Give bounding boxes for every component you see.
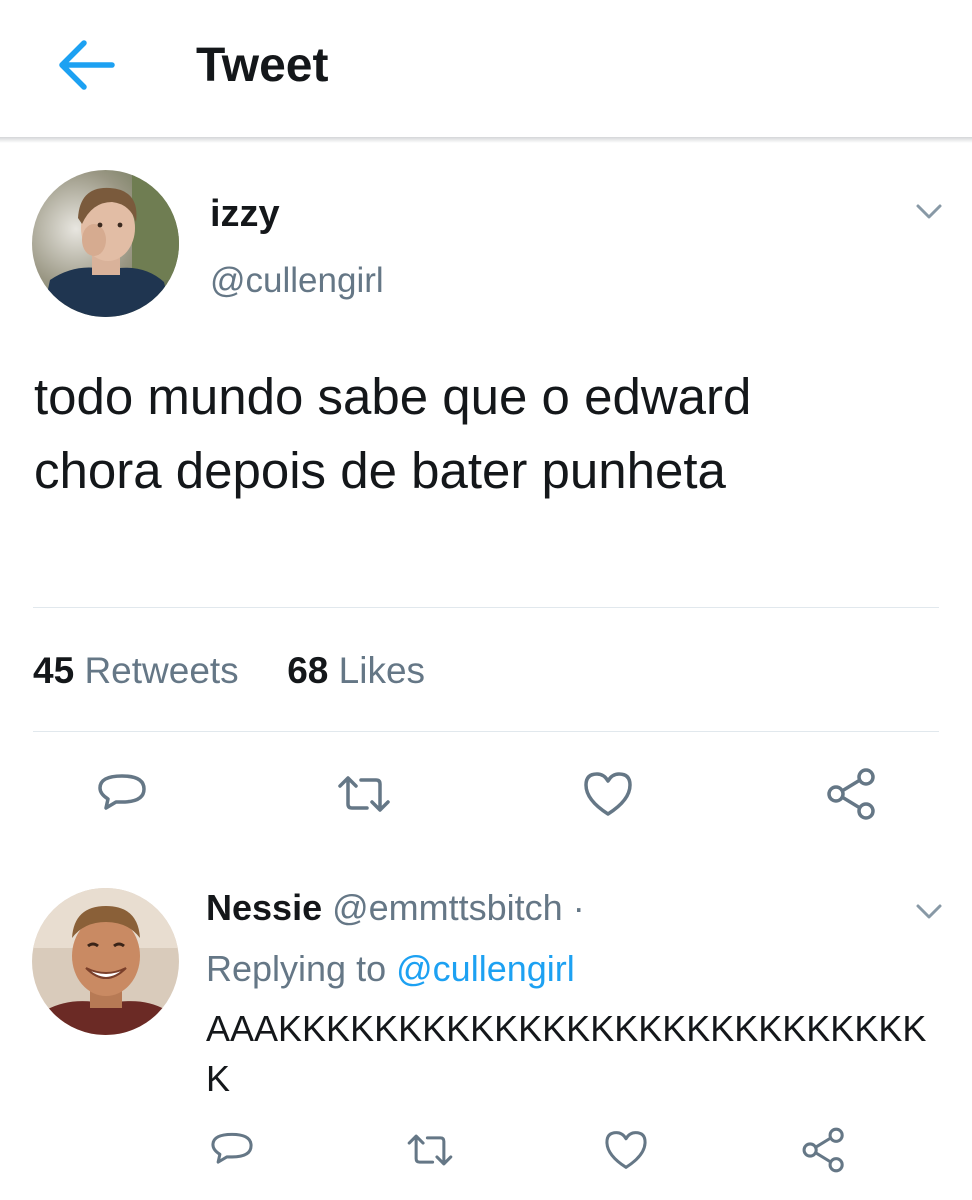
chevron-down-icon[interactable] <box>910 195 948 227</box>
tweet-stats: 45 Retweets 68 Likes <box>33 646 425 696</box>
reply-author-name[interactable]: Nessie <box>206 887 322 928</box>
like-icon[interactable] <box>578 764 638 824</box>
back-arrow-icon[interactable] <box>52 30 122 100</box>
separator-dot: · <box>572 887 585 928</box>
reply-icon[interactable] <box>206 1124 258 1176</box>
likes-label[interactable]: Likes <box>339 650 425 691</box>
reply-author-avatar[interactable] <box>32 888 179 1035</box>
divider <box>33 607 939 608</box>
top-bar <box>0 0 972 137</box>
chevron-down-icon[interactable] <box>910 895 948 927</box>
reply-header: Nessie @emmttsbitch · <box>206 884 585 932</box>
divider <box>33 731 939 732</box>
retweet-icon[interactable] <box>404 1124 456 1176</box>
like-icon[interactable] <box>600 1124 652 1176</box>
share-icon[interactable] <box>798 1124 850 1176</box>
retweets-count[interactable]: 45 <box>33 650 74 691</box>
reply-icon[interactable] <box>92 764 152 824</box>
likes-count[interactable]: 68 <box>287 650 328 691</box>
tweet-text: todo mundo sabe que o edward chora depoi… <box>34 368 752 499</box>
share-icon[interactable] <box>822 764 882 824</box>
reply-text: AAAKKKKKKKKKKKKKKKKKKKKKKKKKKKK <box>206 1008 927 1099</box>
page-title: Tweet <box>196 39 329 92</box>
retweet-icon[interactable] <box>334 764 394 824</box>
replying-to: Replying to @cullengirl <box>206 945 575 993</box>
author-avatar[interactable] <box>32 170 179 317</box>
author-name[interactable]: izzy <box>210 190 280 238</box>
reply-author-handle[interactable]: @emmttsbitch <box>332 887 563 928</box>
top-bar-shadow <box>0 137 972 143</box>
retweets-label[interactable]: Retweets <box>84 650 238 691</box>
replying-to-link[interactable]: @cullengirl <box>396 948 575 989</box>
replying-to-prefix: Replying to <box>206 948 387 989</box>
author-handle[interactable]: @cullengirl <box>210 258 384 304</box>
